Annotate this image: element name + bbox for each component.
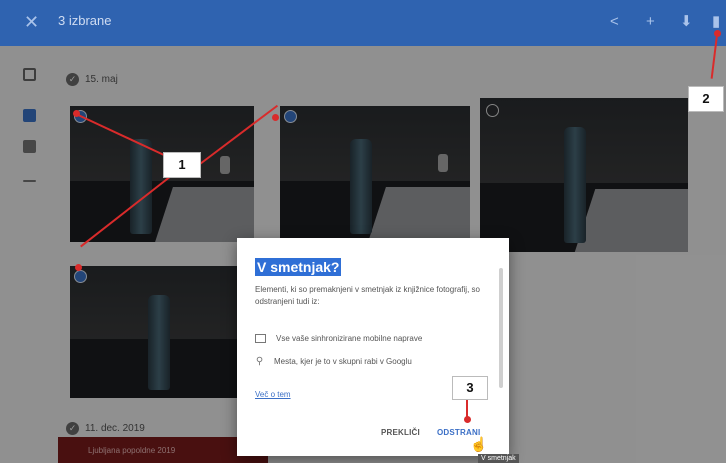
share-icon[interactable]: < (610, 12, 619, 32)
move-to-trash-dialog: V smetnjak? Elementi, ki so premaknjeni … (237, 238, 509, 456)
dialog-title: V smetnjak? (255, 258, 342, 276)
dialog-item-text: Mesta, kjer je to v skupni rabi v Googlu (274, 357, 412, 366)
callout-1: 1 (163, 152, 201, 178)
plus-icon[interactable]: + (646, 12, 655, 32)
annotation-dot (75, 264, 82, 271)
top-app-bar: ✕ 3 izbrane < + ⬇ ▮ (0, 0, 726, 46)
annotation-dot (73, 110, 80, 117)
close-icon[interactable]: ✕ (24, 11, 39, 33)
person-icon: ⚲ (255, 356, 264, 367)
download-icon[interactable]: ⬇ (680, 12, 693, 32)
hand-cursor-icon: ☝ (470, 436, 488, 452)
tooltip: V smetnjak (478, 454, 519, 463)
annotation-dot (714, 30, 721, 37)
dialog-body: Elementi, ki so premaknjeni v smetnjak i… (255, 285, 480, 306)
dialog-list-item: ⚲ Mesta, kjer je to v skupni rabi v Goog… (255, 356, 412, 367)
selection-count-title: 3 izbrane (58, 13, 112, 28)
dialog-scrollbar[interactable] (499, 268, 503, 388)
device-icon (255, 334, 266, 343)
callout-3: 3 (452, 376, 488, 400)
trash-icon[interactable]: ▮ (712, 12, 720, 32)
annotation-dot (272, 114, 279, 121)
dialog-item-text: Vse vaše sinhronizirane mobilne naprave (276, 334, 423, 343)
annotation-dot (464, 416, 471, 423)
dialog-list-item: Vse vaše sinhronizirane mobilne naprave (255, 334, 422, 343)
callout-2: 2 (688, 86, 724, 112)
cancel-button[interactable]: PREKLIČI (381, 428, 420, 437)
learn-more-link[interactable]: Več o tem (255, 390, 291, 399)
